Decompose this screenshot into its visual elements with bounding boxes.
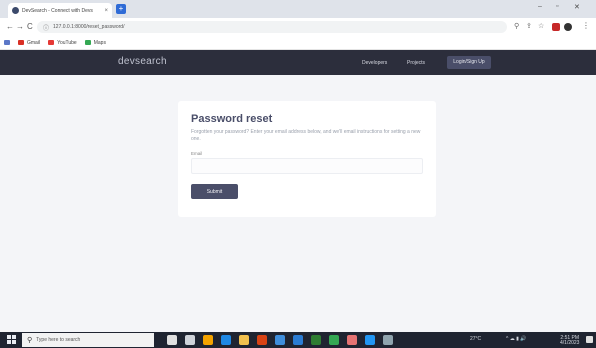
forward-icon[interactable]: →	[16, 22, 24, 32]
login-signup-button[interactable]: Login/Sign Up	[447, 56, 491, 69]
favicon-icon	[12, 7, 19, 14]
vscode-icon[interactable]	[365, 335, 375, 345]
profile-icon[interactable]	[564, 23, 572, 31]
password-reset-card: Password reset Forgotten your password? …	[178, 101, 436, 217]
reload-icon[interactable]: C	[27, 22, 33, 32]
info-icon[interactable]: ⓘ	[43, 23, 49, 32]
store-icon[interactable]	[275, 335, 285, 345]
maximize-icon[interactable]: ▫	[556, 3, 558, 10]
site-logo[interactable]: devsearch	[118, 56, 167, 67]
clock-date: 4/1/2023	[560, 340, 580, 346]
new-tab-button[interactable]: +	[116, 4, 126, 14]
address-bar-row: ← → C ⓘ 127.0.0.1:8000/reset_password/ ⚲…	[0, 18, 596, 36]
bookmark-label: YouTube	[57, 39, 77, 46]
bookmarks-bar: Gmail YouTube Maps	[0, 36, 596, 50]
task-view-icon[interactable]	[185, 335, 195, 345]
extension-icon[interactable]	[552, 23, 560, 31]
browser-tab-strip: DevSearch - Connect with Devs × + – ▫ ✕	[0, 0, 596, 18]
maps-icon	[84, 40, 91, 45]
office-icon[interactable]	[257, 335, 267, 345]
window-icon[interactable]	[383, 335, 393, 345]
windows-start-icon[interactable]	[7, 335, 16, 344]
submit-button[interactable]: Submit	[191, 184, 238, 199]
bookmark-label: Maps	[93, 39, 106, 46]
bookmark-label: Gmail	[27, 39, 41, 46]
email-label: Email	[191, 151, 203, 156]
nav-developers-link[interactable]: Developers	[362, 60, 387, 66]
nav-projects-link[interactable]: Projects	[407, 60, 425, 66]
site-header: devsearch Developers Projects Login/Sign…	[0, 50, 596, 75]
tab-title: DevSearch - Connect with Devs	[22, 7, 93, 14]
taskbar-search-input[interactable]: ⚲ Type here to search	[22, 333, 154, 347]
notification-icon[interactable]	[586, 336, 593, 343]
weather-widget[interactable]: 27°C	[470, 336, 481, 342]
system-tray-icons[interactable]: ^ ☁ ▮ 🔊	[506, 336, 527, 342]
apps-icon	[4, 40, 10, 45]
chrome-icon[interactable]	[329, 335, 339, 345]
circle-icon[interactable]	[167, 335, 177, 345]
email-field[interactable]	[191, 158, 423, 174]
youtube-icon	[48, 40, 55, 45]
folder-icon[interactable]	[239, 335, 249, 345]
address-bar[interactable]: ⓘ 127.0.0.1:8000/reset_password/	[37, 21, 507, 33]
browser-menu-icon[interactable]: ⋮	[582, 21, 590, 30]
star-icon[interactable]: ☆	[538, 22, 544, 32]
reset-instructions: Forgotten your password? Enter your emai…	[191, 129, 421, 142]
search-icon: ⚲	[27, 337, 33, 344]
bookmark-apps[interactable]	[4, 40, 10, 45]
edge-icon[interactable]	[221, 335, 231, 345]
share-icon[interactable]: ⇪	[526, 22, 532, 32]
minimize-icon[interactable]: –	[538, 3, 542, 10]
clock[interactable]: 2:51 PM 4/1/2023	[560, 336, 579, 346]
close-tab-icon[interactable]: ×	[104, 8, 108, 14]
browser-tab[interactable]: DevSearch - Connect with Devs ×	[8, 3, 112, 18]
browser-icon[interactable]	[203, 335, 213, 345]
search-placeholder: Type here to search	[36, 337, 81, 343]
bookmark-maps[interactable]: Maps	[84, 39, 106, 46]
bookmark-youtube[interactable]: YouTube	[48, 40, 77, 46]
zoom-icon[interactable]: ⚲	[514, 22, 519, 32]
app-icon[interactable]	[347, 335, 357, 345]
page-title: Password reset	[191, 113, 273, 125]
bookmark-gmail[interactable]: Gmail	[18, 40, 40, 46]
terminal-icon[interactable]	[311, 335, 321, 345]
taskbar: ⚲ Type here to search 27°C ^ ☁ ▮ 🔊 2:51 …	[0, 332, 596, 348]
gmail-icon	[18, 40, 24, 45]
back-icon[interactable]: ←	[6, 22, 14, 32]
mail-icon[interactable]	[293, 335, 303, 345]
close-window-icon[interactable]: ✕	[574, 3, 580, 11]
url-text[interactable]: 127.0.0.1:8000/reset_password/	[53, 24, 124, 30]
